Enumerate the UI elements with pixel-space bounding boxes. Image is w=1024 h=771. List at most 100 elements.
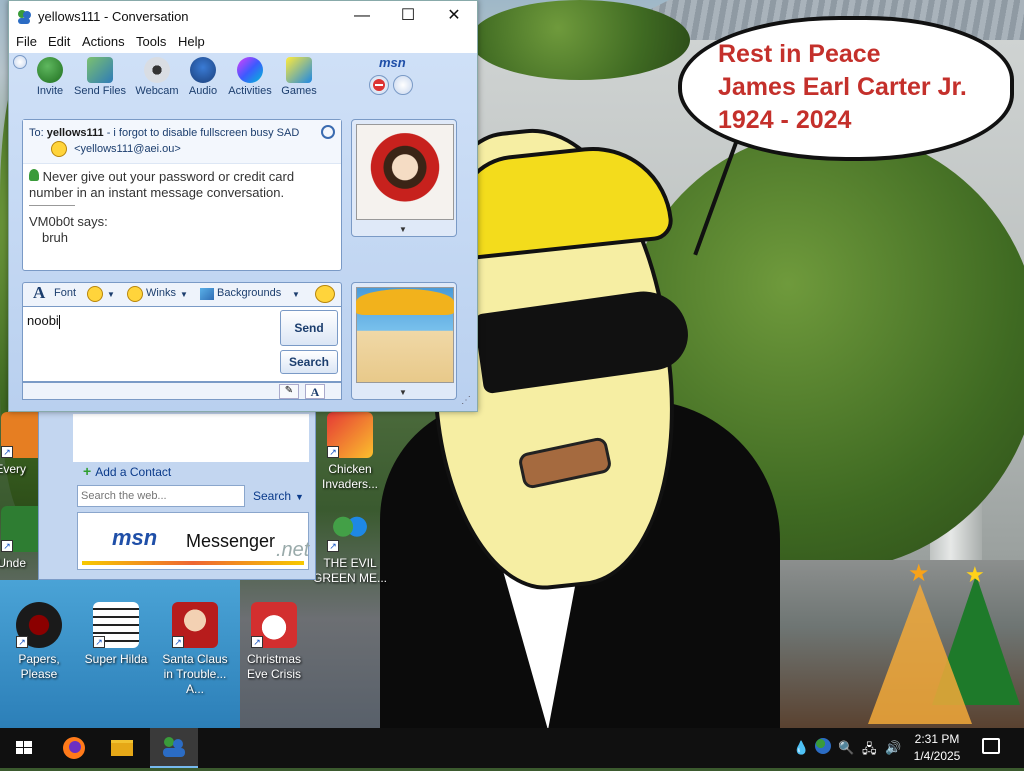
search-tray-icon[interactable]: 🔍 bbox=[838, 740, 854, 756]
webcam-icon bbox=[144, 57, 170, 83]
desktop-icon-super-hilda[interactable]: ↗ Super Hilda bbox=[78, 602, 154, 667]
send-files-button[interactable]: Send Files bbox=[70, 57, 130, 97]
net-text: .net bbox=[276, 539, 310, 561]
file-explorer-icon[interactable] bbox=[98, 728, 146, 768]
volume-icon[interactable]: 🔊 bbox=[885, 740, 901, 756]
shortcut-arrow-icon: ↗ bbox=[16, 636, 28, 648]
block-icon[interactable] bbox=[369, 75, 389, 95]
chevron-down-icon[interactable]: ▼ bbox=[399, 225, 407, 234]
chevron-down-icon[interactable]: ▼ bbox=[107, 290, 115, 299]
app-icon: ↗ bbox=[327, 506, 373, 552]
zoom-icon[interactable] bbox=[321, 125, 335, 139]
add-contact-link[interactable]: + Add a Contact bbox=[83, 463, 171, 479]
contact-display-picture[interactable]: ▼ bbox=[351, 119, 457, 237]
app-icon: ↗ bbox=[16, 602, 62, 648]
shortcut-arrow-icon: ↗ bbox=[1, 446, 13, 458]
orange-triangle-decoration bbox=[868, 584, 972, 724]
shortcut-arrow-icon: ↗ bbox=[172, 636, 184, 648]
firefox-icon[interactable] bbox=[50, 728, 98, 768]
notifications-icon[interactable] bbox=[982, 738, 1000, 754]
nudge-icon[interactable] bbox=[315, 285, 335, 303]
format-toolbar: A Font ▼ Winks ▼ Backgrounds ▼ bbox=[22, 282, 342, 306]
activities-label: Activities bbox=[228, 85, 272, 97]
desktop-icon-christmas-eve-crisis[interactable]: ↗ Christmas Eve Crisis bbox=[236, 602, 312, 682]
msn-messenger-taskbar-icon[interactable] bbox=[150, 728, 198, 768]
desktop-icon-evil-green-messenger[interactable]: ↗ THE EVIL GREEN ME... bbox=[312, 506, 388, 586]
input-text: noobi bbox=[27, 313, 59, 328]
type-tab-icon[interactable]: A bbox=[305, 384, 325, 399]
contact-name: yellows111 bbox=[46, 127, 104, 139]
shortcut-arrow-icon: ↗ bbox=[327, 540, 339, 552]
to-header: To: yellows111 - i forgot to disable ful… bbox=[23, 120, 341, 164]
font-icon: A bbox=[33, 283, 46, 302]
my-display-picture[interactable]: ▼ bbox=[351, 282, 457, 400]
audio-icon bbox=[190, 57, 216, 83]
web-search-input[interactable] bbox=[77, 485, 245, 507]
chevron-down-icon[interactable]: ▼ bbox=[292, 290, 300, 299]
bubble-line-2: James Earl Carter Jr. bbox=[718, 73, 967, 101]
app-icon: ↗ bbox=[251, 602, 297, 648]
shortcut-arrow-icon: ↗ bbox=[251, 636, 263, 648]
maximize-button[interactable]: ☐ bbox=[385, 1, 431, 33]
security-warning: Never give out your password or credit c… bbox=[29, 169, 295, 200]
minimize-button[interactable]: — bbox=[339, 1, 385, 33]
desktop-icon-papers-please[interactable]: ↗ Papers, Please bbox=[1, 602, 77, 682]
umbrella-image bbox=[356, 289, 454, 315]
desktop-icon-santa-claus[interactable]: ↗ Santa Claus in Trouble... A... bbox=[157, 602, 233, 697]
search-button[interactable]: Search bbox=[280, 350, 338, 374]
add-contact-label: Add a Contact bbox=[95, 465, 172, 479]
font-button[interactable]: Font bbox=[54, 287, 76, 299]
menu-edit[interactable]: Edit bbox=[48, 34, 70, 49]
desktop-icon-chicken-invaders[interactable]: ↗ Chicken Invaders... bbox=[312, 412, 388, 492]
contact-email: <yellows111@aei.ou> bbox=[74, 142, 181, 155]
input-mode-bar: ✎ A bbox=[22, 382, 342, 400]
desktop-icon-label: Papers, Please bbox=[18, 652, 60, 681]
background-icon bbox=[200, 288, 214, 300]
desktop-icon-label: Chicken Invaders... bbox=[321, 462, 379, 491]
clock[interactable]: 2:31 PM 1/4/2025 bbox=[902, 731, 972, 765]
desktop-icon-label: Christmas Eve Crisis bbox=[246, 652, 301, 681]
resize-grip-icon[interactable]: ⋰ bbox=[461, 395, 471, 406]
shortcut-arrow-icon: ↗ bbox=[93, 636, 105, 648]
shortcut-arrow-icon: ↗ bbox=[327, 446, 339, 458]
chevron-down-icon[interactable]: ▼ bbox=[180, 290, 188, 299]
emoticon-icon[interactable] bbox=[87, 286, 103, 302]
web-search-label: Search bbox=[253, 489, 292, 503]
messages: Never give out your password or credit c… bbox=[23, 164, 341, 251]
msn-messenger-banner[interactable]: msn Messenger .net bbox=[77, 512, 309, 570]
chevron-down-icon[interactable]: ▼ bbox=[399, 388, 407, 397]
desktop-wallpaper: ★ ★ Rest in Peace James Earl Carter Jr. … bbox=[0, 0, 1024, 728]
water-drop-icon[interactable]: 💧 bbox=[793, 740, 809, 756]
app-icon: ↗ bbox=[327, 412, 373, 458]
menu-actions[interactable]: Actions bbox=[82, 34, 125, 49]
games-button[interactable]: Games bbox=[269, 57, 329, 97]
send-button[interactable]: Send bbox=[280, 310, 338, 346]
contact-list-area bbox=[73, 414, 309, 462]
start-button[interactable] bbox=[0, 728, 48, 768]
feather-icon[interactable] bbox=[393, 75, 413, 95]
web-search-button[interactable]: Search ▼ bbox=[253, 489, 304, 503]
games-label: Games bbox=[281, 85, 317, 97]
close-button[interactable]: ✕ bbox=[431, 1, 477, 33]
conversation-body: Invite Send Files Webcam Audio Activitie… bbox=[9, 53, 477, 411]
conversation-window: yellows111 - Conversation — ☐ ✕ File Edi… bbox=[8, 0, 478, 412]
msn-tray-icon[interactable] bbox=[815, 738, 831, 754]
menu-help[interactable]: Help bbox=[178, 34, 205, 49]
title-bar[interactable]: yellows111 - Conversation — ☐ ✕ bbox=[9, 1, 477, 33]
to-label: To: bbox=[29, 127, 44, 139]
wink-icon bbox=[127, 286, 143, 302]
chevron-down-icon: ▼ bbox=[295, 492, 304, 502]
menu-tools[interactable]: Tools bbox=[136, 34, 166, 49]
backgrounds-button[interactable]: Backgrounds bbox=[217, 287, 281, 299]
desktop-icon-label: THE EVIL GREEN ME... bbox=[312, 556, 387, 585]
contact-status: - i forgot to disable fullscreen busy SA… bbox=[106, 127, 300, 139]
network-icon[interactable]: 🖧 bbox=[862, 740, 877, 762]
msn-buddy-icon bbox=[16, 9, 32, 25]
taskbar: 💧 🔍 🖧 🔊 2:31 PM 1/4/2025 bbox=[0, 728, 1024, 768]
msn-logo-text: msn bbox=[112, 525, 158, 550]
handwriting-tab-icon[interactable]: ✎ bbox=[279, 384, 299, 399]
action-toolbar: Invite Send Files Webcam Audio Activitie… bbox=[9, 53, 477, 103]
message-history: To: yellows111 - i forgot to disable ful… bbox=[22, 119, 342, 271]
menu-file[interactable]: File bbox=[16, 34, 37, 49]
winks-button[interactable]: Winks bbox=[146, 287, 176, 299]
